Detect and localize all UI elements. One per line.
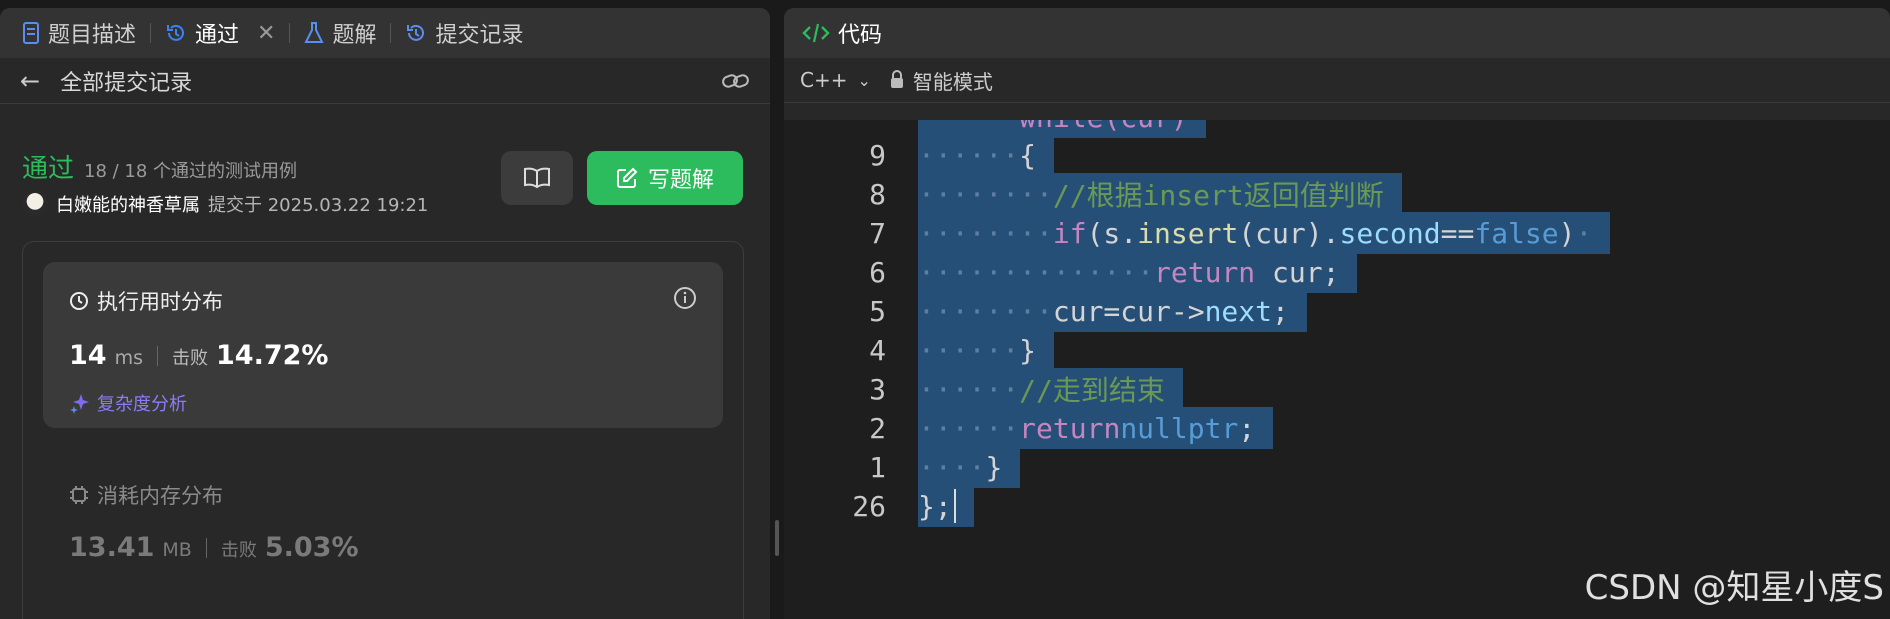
code-icon [802, 23, 830, 43]
history-icon [407, 24, 425, 41]
sparkle-icon [70, 394, 89, 414]
line-number: 4 [869, 333, 886, 367]
code-text: ····} [918, 446, 1021, 489]
tab-solutions-label: 题解 [332, 23, 377, 48]
tab-separator [289, 23, 291, 43]
chevron-down-icon: ⌄ [857, 70, 871, 90]
tab-separator [390, 23, 392, 43]
code-toolbar: C++ ⌄ 智能模式 [784, 58, 1890, 103]
clock-icon [70, 292, 88, 310]
flask-icon [304, 22, 325, 43]
watermark: CSDN @知星小度S [1584, 568, 1884, 608]
tab-submissions[interactable]: 提交记录 [399, 8, 529, 58]
smart-mode[interactable]: 智能模式 [889, 66, 993, 95]
chip-icon [70, 486, 88, 504]
result-status-row: 通过 18 / 18 个通过的测试用例 [22, 148, 297, 185]
submission-subheader: ← 全部提交记录 [0, 58, 770, 104]
author-row: 白嫩能的神香草属 提交于 2025.03.22 19:21 [22, 191, 428, 217]
tab-description-label: 题目描述 [48, 23, 137, 48]
author-name[interactable]: 白嫩能的神香草属 [56, 191, 200, 217]
tab-description[interactable]: 题目描述 [16, 8, 142, 58]
avatar[interactable] [22, 191, 48, 217]
tab-passed[interactable]: 通过 ✕ [159, 8, 281, 58]
line-number: 3 [869, 372, 886, 406]
runtime-metric: 14 ms 击败 14.72% [69, 340, 328, 371]
notes-button[interactable] [501, 151, 573, 205]
book-icon [524, 167, 550, 189]
link-icon[interactable] [722, 71, 750, 91]
code-tab-label[interactable]: 代码 [838, 17, 882, 49]
write-solution-label: 写题解 [647, 168, 714, 193]
memory-title-label: 消耗内存分布 [97, 484, 223, 508]
runtime-value: 14 [69, 340, 107, 371]
code-text: ······//走到结束 [918, 368, 1183, 411]
divider [205, 537, 207, 558]
tab-submissions-label: 提交记录 [435, 23, 524, 48]
testcase-count: 18 / 18 个通过的测试用例 [84, 161, 298, 182]
submit-time: 提交于 2025.03.22 19:21 [208, 195, 429, 216]
back-arrow-icon[interactable]: ← [20, 67, 40, 95]
code-text: ······} [918, 329, 1055, 372]
write-solution-button[interactable]: 写题解 [587, 151, 743, 205]
code-text: }; [918, 485, 974, 528]
memory-title[interactable]: 消耗内存分布 [69, 480, 223, 510]
line-number: 2 [869, 411, 886, 445]
line-number: 9 [869, 138, 886, 172]
line-number: 26 [852, 489, 886, 523]
tab-separator [150, 23, 152, 43]
history-icon [167, 24, 184, 41]
code-text: ······{ [918, 134, 1055, 177]
edit-icon [616, 167, 638, 188]
all-submissions-title: 全部提交记录 [60, 70, 193, 96]
left-tab-bar: 题目描述 通过 ✕ 题解 提交记录 [0, 8, 770, 58]
close-icon[interactable]: ✕ [257, 21, 275, 46]
code-text: ········//根据insert返回值判断 [918, 173, 1402, 216]
memory-beat-label: 击败 [220, 540, 257, 561]
memory-beat-value: 5.03% [264, 532, 359, 563]
memory-unit: MB [162, 539, 192, 561]
language-select[interactable]: C++ ⌄ [800, 68, 871, 92]
status-badge: 通过 [22, 154, 75, 184]
lock-icon [890, 70, 903, 88]
complexity-label: 复杂度分析 [97, 394, 187, 415]
runtime-beat-value: 14.72% [216, 340, 329, 371]
line-number: 1 [869, 450, 886, 484]
line-number: 8 [869, 177, 886, 211]
memory-value: 13.41 [69, 532, 155, 563]
language-label: C++ [800, 68, 848, 92]
code-editor[interactable]: ······while(cur) 9······{8········//根据in… [784, 120, 1890, 619]
line-number: 7 [869, 216, 886, 250]
runtime-beat-label: 击败 [172, 348, 208, 369]
runtime-unit: ms [114, 347, 143, 369]
code-text: ······ return nullptr; [918, 407, 1274, 450]
tab-passed-label: 通过 [195, 23, 240, 48]
submission-panel: 题目描述 通过 ✕ 题解 提交记录 ← 全部提交记录 通过 18 / 18 个通… [0, 8, 770, 619]
panel-resize-handle[interactable] [775, 520, 779, 556]
line-number: 5 [869, 294, 886, 328]
partial-line: while(cur) [1019, 120, 1188, 134]
runtime-title: 执行用时分布 [69, 286, 223, 316]
code-tab-bar: 代码 [784, 8, 1890, 58]
code-text: ········ if (s. insert (cur). second == false) · [918, 212, 1611, 255]
smart-mode-label: 智能模式 [912, 69, 993, 94]
code-panel: 代码 C++ ⌄ 智能模式 ······while(cur) 9······{8… [784, 8, 1890, 619]
code-text: ········ cur=cur-> next; [918, 290, 1307, 333]
memory-metric: 13.41 MB 击败 5.03% [69, 532, 359, 563]
document-icon [23, 22, 39, 44]
divider [157, 345, 158, 366]
code-text: ·············· return cur; [918, 251, 1358, 294]
complexity-analysis-link[interactable]: 复杂度分析 [69, 390, 187, 416]
info-icon[interactable] [673, 286, 697, 310]
runtime-card[interactable]: 执行用时分布 14 ms 击败 14.72% 复杂度分析 [43, 262, 723, 428]
performance-stats: 执行用时分布 14 ms 击败 14.72% 复杂度分析 消耗内存分布 13.4… [22, 241, 744, 619]
tab-solutions[interactable]: 题解 [298, 8, 382, 58]
line-number: 6 [869, 255, 886, 289]
runtime-title-label: 执行用时分布 [97, 290, 223, 314]
